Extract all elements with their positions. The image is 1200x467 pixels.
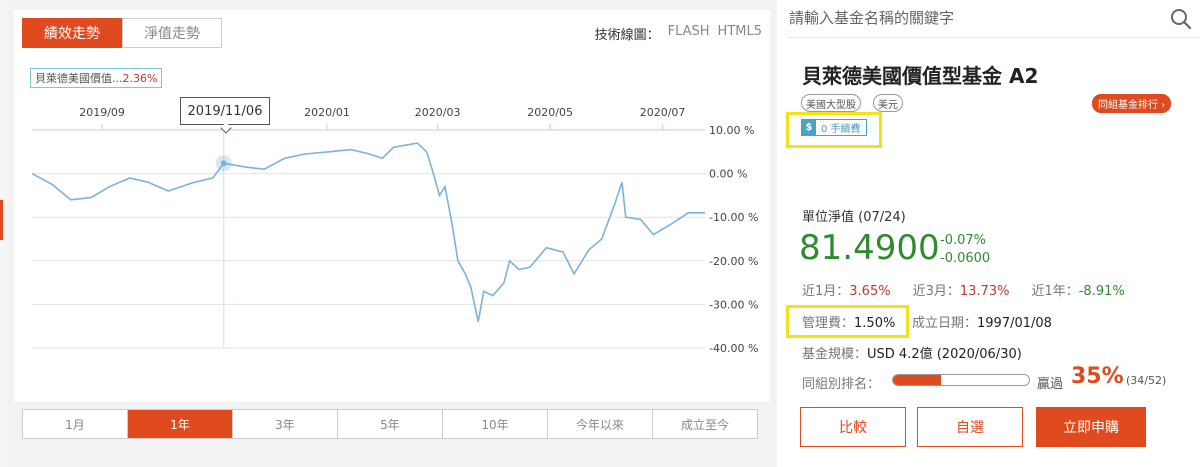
x-tick-label: 2019/09 <box>79 106 125 119</box>
perf-3m: 近3月：13.73% <box>912 284 1010 299</box>
range-10y[interactable]: 10年 <box>443 410 548 438</box>
range-selector: 1月 1年 3年 5年 10年 今年以來 成立至今 <box>22 409 758 439</box>
perf-1y: 近1年：-8.91% <box>1031 284 1125 299</box>
range-1y[interactable]: 1年 <box>128 410 233 438</box>
x-tick-label: 2020/01 <box>304 106 350 119</box>
range-1m[interactable]: 1月 <box>23 410 128 438</box>
nav-label: 單位淨值 (07/24) <box>802 210 906 225</box>
tag-category[interactable]: 美國大型股 <box>801 94 861 112</box>
range-3y[interactable]: 3年 <box>233 410 338 438</box>
y-tick-label: 10.00 % <box>709 124 754 137</box>
inception-value: 1997/01/08 <box>977 316 1052 331</box>
x-tick-label: 2020/03 <box>415 106 461 119</box>
chart-tooltip: 2019/11/06 <box>180 97 270 125</box>
fund-size-label: 基金規模： <box>802 347 868 362</box>
hover-point <box>220 160 227 167</box>
watchlist-button[interactable]: 自選 <box>917 407 1023 447</box>
search-icon[interactable] <box>1170 8 1192 30</box>
nav-change: -0.07% -0.0600 <box>940 232 990 268</box>
rank-bar-fill <box>893 375 941 385</box>
y-tick-label: -30.00 % <box>709 298 758 311</box>
range-5y[interactable]: 5年 <box>338 410 443 438</box>
inception-row: 成立日期：1997/01/08 <box>912 312 1052 331</box>
highlight-box <box>786 305 909 338</box>
perf-1m: 近1月：3.65% <box>802 284 891 299</box>
highlight-box <box>786 112 882 148</box>
rank-bar <box>892 374 1030 386</box>
range-since-inception[interactable]: 成立至今 <box>653 410 757 438</box>
series-line <box>31 142 705 322</box>
nav-change-abs: -0.0600 <box>940 251 991 266</box>
fund-size-row: 基金規模：USD 4.2億 (2020/06/30) <box>802 343 1022 362</box>
nav-value: 81.4900 <box>799 228 940 268</box>
subscribe-button[interactable]: 立即申購 <box>1036 407 1146 447</box>
fund-size-value: USD 4.2億 (2020/06/30) <box>867 347 1022 362</box>
beat-count: (34/52) <box>1126 374 1167 387</box>
y-tick-label: 0.00 % <box>709 168 747 181</box>
y-tick-label: -20.00 % <box>709 255 758 268</box>
fund-search <box>789 0 1200 38</box>
compare-button[interactable]: 比較 <box>800 407 906 447</box>
nav-change-pct: -0.07% <box>940 233 986 248</box>
y-tick-label: -10.00 % <box>709 211 758 224</box>
range-ytd[interactable]: 今年以來 <box>548 410 653 438</box>
performance-summary: 近1月：3.65% 近3月：13.73% 近1年：-8.91% <box>802 280 1125 299</box>
beat-pct: 35% <box>1071 364 1124 389</box>
fund-name: 貝萊德美國價值型基金 A2 <box>802 64 1039 88</box>
peer-ranking-link[interactable]: 同組基金排行 › <box>1092 94 1172 113</box>
beat-label: 贏過 <box>1037 377 1064 392</box>
y-tick-label: -40.00 % <box>709 342 758 355</box>
search-input[interactable] <box>789 4 1159 32</box>
inception-label: 成立日期： <box>912 316 978 331</box>
x-tick-label: 2020/05 <box>527 106 573 119</box>
tag-currency[interactable]: 美元 <box>873 94 903 112</box>
x-tick-label: 2020/07 <box>640 106 686 119</box>
rank-label: 同組別排名： <box>802 377 881 392</box>
performance-chart[interactable]: 10.00 % 0.00 % -10.00 % -20.00 % -30.00 % -40… <box>0 0 780 405</box>
